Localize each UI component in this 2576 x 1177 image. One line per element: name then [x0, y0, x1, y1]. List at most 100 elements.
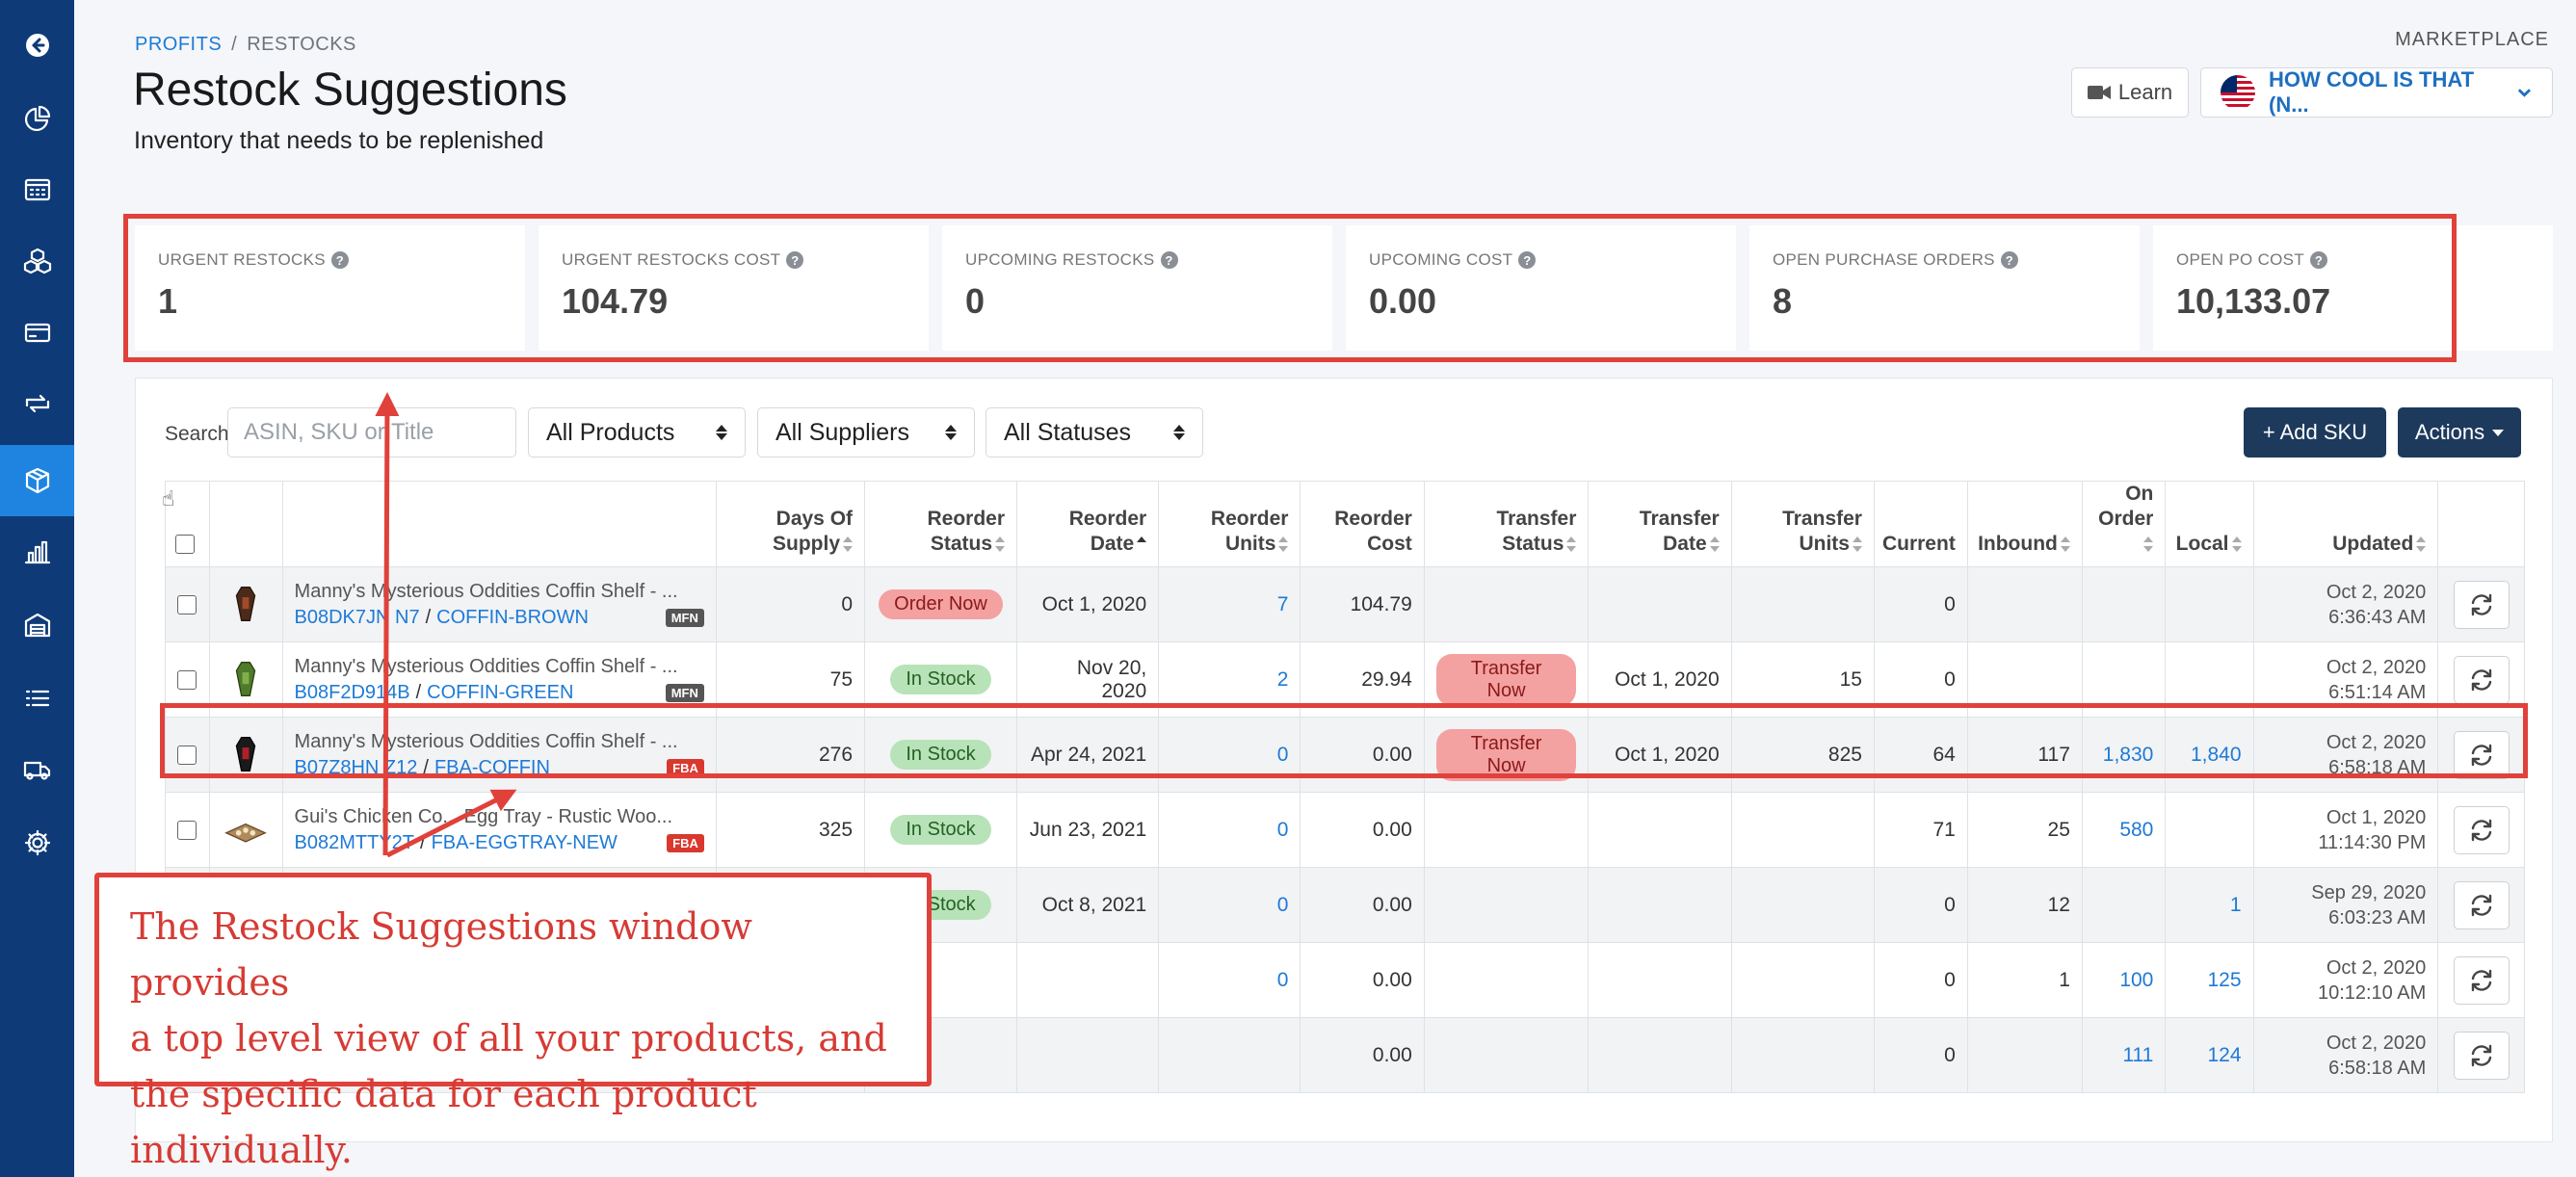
sku-link[interactable]: FBA-EGGTRAY-NEW — [432, 832, 618, 854]
learn-button[interactable]: Learn — [2071, 67, 2189, 118]
refresh-button[interactable] — [2453, 580, 2510, 629]
days-cell: 325 — [715, 792, 866, 868]
column-header-days-of-supply[interactable]: Days Of Supply — [715, 481, 866, 567]
reorder-units-value[interactable]: 0 — [1277, 894, 1289, 916]
help-icon[interactable]: ? — [786, 251, 804, 269]
local-value[interactable]: 125 — [2207, 969, 2241, 991]
refresh-button[interactable] — [2453, 955, 2510, 1005]
table-row[interactable]: Manny's Mysterious Oddities Coffin Shelf… — [165, 566, 2525, 642]
transfer-date-cell — [1588, 792, 1732, 868]
column-header-inbound[interactable]: Inbound — [1966, 481, 2083, 567]
reorder-units-value[interactable]: 0 — [1277, 744, 1289, 766]
truck-icon[interactable] — [0, 734, 74, 805]
table-row[interactable]: Manny's Mysterious Oddities Coffin Shelf… — [165, 717, 2525, 793]
calculator-icon[interactable] — [0, 154, 74, 225]
local-cell: 1,840 — [2165, 717, 2254, 793]
boxes-icon[interactable] — [0, 225, 74, 297]
sort-ascending-icon — [1137, 536, 1147, 553]
products-filter-select[interactable]: All Products — [528, 407, 746, 458]
statuses-filter-select[interactable]: All Statuses — [986, 407, 1203, 458]
reorder-units-value[interactable]: 7 — [1277, 593, 1289, 615]
column-header-transfer-status[interactable]: Transfer Status — [1423, 481, 1590, 567]
bar-chart-icon[interactable] — [0, 516, 74, 588]
asin-link[interactable]: B08F2D914B — [295, 682, 410, 704]
refresh-button[interactable] — [2453, 1031, 2510, 1080]
product-title[interactable]: Manny's Mysterious Oddities Coffin Shelf… — [295, 731, 704, 753]
back-arrow-icon[interactable] — [0, 10, 74, 81]
breadcrumb: PROFITS / RESTOCKS — [135, 34, 356, 56]
product-title[interactable]: Manny's Mysterious Oddities Coffin Shelf… — [295, 656, 704, 678]
updated-date: Oct 2, 2020 — [2326, 581, 2427, 603]
list-icon[interactable] — [0, 663, 74, 734]
product-thumbnail[interactable] — [224, 731, 267, 777]
product-thumbnail[interactable] — [224, 581, 267, 627]
search-input[interactable] — [227, 407, 516, 458]
reorder-units-value[interactable]: 2 — [1277, 668, 1289, 691]
product-thumbnail[interactable] — [224, 656, 267, 702]
refresh-button[interactable] — [2453, 805, 2510, 854]
stat-label: OPEN PO COST — [2176, 250, 2305, 269]
help-icon[interactable]: ? — [1160, 251, 1178, 269]
column-header-on-order[interactable]: On Order — [2081, 481, 2167, 567]
local-value[interactable]: 124 — [2207, 1044, 2241, 1066]
add-sku-button[interactable]: + Add SKU — [2244, 407, 2386, 458]
transfer-units-cell — [1730, 942, 1875, 1018]
reorder-units-cell: 0 — [1158, 792, 1301, 868]
table-row[interactable]: Gui's Chicken Co... Egg Tray - Rustic Wo… — [165, 792, 2525, 868]
box-icon[interactable] — [0, 445, 74, 516]
help-icon[interactable]: ? — [330, 251, 349, 269]
asin-link[interactable]: B08DK7JN N7 — [295, 607, 420, 629]
refresh-button[interactable] — [2453, 655, 2510, 704]
on-order-value[interactable]: 580 — [2119, 819, 2153, 841]
help-icon[interactable]: ? — [2000, 251, 2018, 269]
on-order-value[interactable]: 100 — [2119, 969, 2153, 991]
reorder-date-value: Apr 24, 2021 — [1030, 743, 1147, 766]
local-value[interactable]: 1,840 — [2191, 744, 2242, 766]
help-icon[interactable]: ? — [2310, 251, 2328, 269]
table-row[interactable]: Manny's Mysterious Oddities Coffin Shelf… — [165, 641, 2525, 718]
column-header-reorder-status[interactable]: Reorder Status — [864, 481, 1017, 567]
column-header-reorder-date[interactable]: Reorder Date — [1015, 481, 1160, 567]
actions-button[interactable]: Actions — [2398, 407, 2521, 458]
refresh-button[interactable] — [2453, 880, 2510, 929]
annotation-callout: The Restock Suggestions window provides … — [94, 873, 932, 1171]
help-icon[interactable]: ? — [1518, 251, 1537, 269]
warehouse-icon[interactable] — [0, 589, 74, 661]
refresh-button[interactable] — [2453, 730, 2510, 779]
column-header-reorder-units[interactable]: Reorder Units — [1158, 481, 1301, 567]
asin-link[interactable]: B082MTTY2T — [295, 832, 414, 854]
on-order-value[interactable]: 1,830 — [2103, 744, 2154, 766]
fulfillment-badge: FBA — [667, 758, 704, 777]
asin-link[interactable]: B07Z8HN Z12 — [295, 757, 418, 779]
column-header-local[interactable]: Local — [2165, 481, 2254, 567]
repeat-icon[interactable] — [0, 368, 74, 439]
local-value[interactable]: 1 — [2230, 894, 2242, 916]
product-title[interactable]: Manny's Mysterious Oddities Coffin Shelf… — [295, 581, 704, 603]
reorder-cost-cell: 0.00 — [1300, 1017, 1425, 1093]
row-checkbox[interactable] — [177, 745, 197, 765]
row-checkbox[interactable] — [177, 594, 197, 615]
reorder-cost-cell: 0.00 — [1300, 942, 1425, 1018]
settings-gear-icon[interactable] — [0, 807, 74, 878]
product-thumbnail[interactable] — [224, 807, 268, 853]
marketplace-select[interactable]: HOW COOL IS THAT (N... — [2200, 67, 2553, 118]
column-header-updated[interactable]: Updated — [2252, 481, 2439, 567]
pie-chart-icon[interactable] — [0, 83, 74, 154]
row-checkbox[interactable] — [177, 669, 197, 690]
header-label: Reorder — [927, 508, 1005, 530]
credit-card-icon[interactable] — [0, 297, 74, 368]
column-header-transfer-units[interactable]: Transfer Units — [1730, 481, 1875, 567]
on-order-cell — [2081, 566, 2167, 642]
sku-link[interactable]: COFFIN-GREEN — [427, 682, 573, 704]
sku-link[interactable]: COFFIN-BROWN — [436, 607, 589, 629]
row-checkbox[interactable] — [177, 820, 197, 840]
on-order-value[interactable]: 111 — [2122, 1044, 2153, 1066]
breadcrumb-link-profits[interactable]: PROFITS — [135, 34, 222, 55]
select-all-checkbox[interactable] — [175, 535, 196, 555]
reorder-units-value[interactable]: 0 — [1277, 969, 1289, 991]
column-header-transfer-date[interactable]: Transfer Date — [1588, 481, 1732, 567]
reorder-units-value[interactable]: 0 — [1277, 819, 1289, 841]
product-title[interactable]: Gui's Chicken Co... Egg Tray - Rustic Wo… — [295, 806, 704, 828]
sku-link[interactable]: FBA-COFFIN — [434, 757, 550, 779]
suppliers-filter-select[interactable]: All Suppliers — [757, 407, 975, 458]
